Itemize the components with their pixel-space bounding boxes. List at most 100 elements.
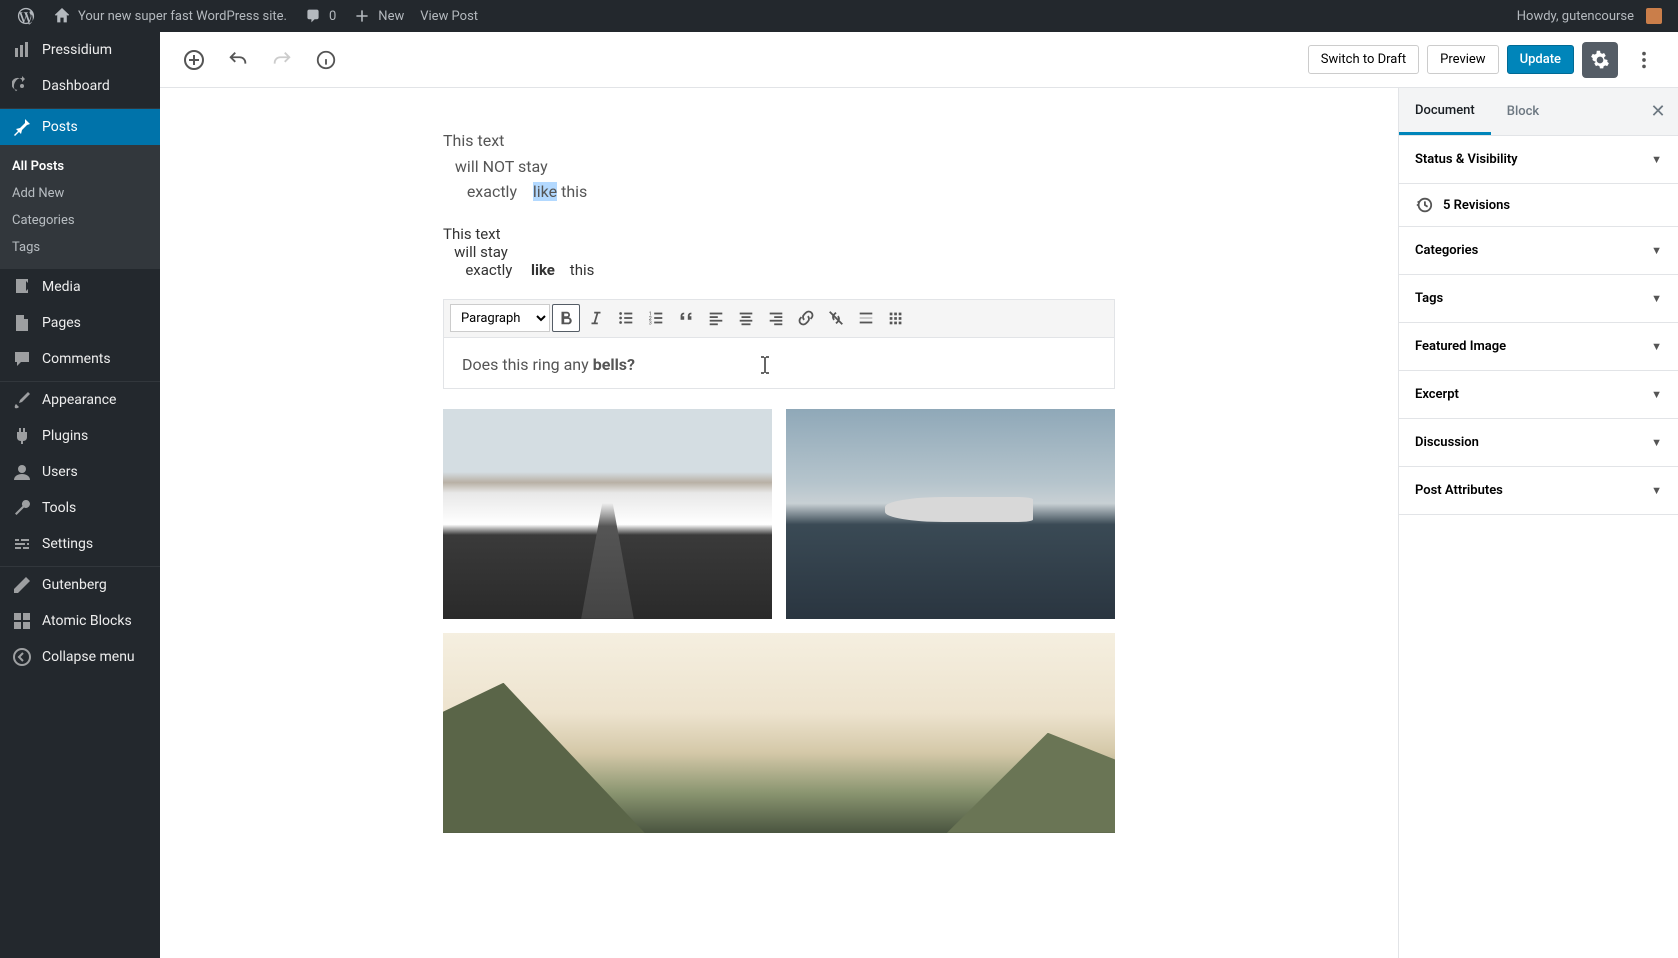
plus-icon: [352, 6, 372, 26]
posts-submenu: All Posts Add New Categories Tags: [0, 145, 160, 269]
revisions-label: 5 Revisions: [1443, 198, 1510, 213]
add-block-button[interactable]: [176, 42, 212, 78]
submenu-categories[interactable]: Categories: [0, 207, 160, 234]
gallery-image-road[interactable]: [443, 409, 772, 619]
panel-header-excerpt[interactable]: Excerpt ▼: [1399, 371, 1678, 418]
read-more-button[interactable]: [852, 304, 880, 332]
sidebar-item-comments[interactable]: Comments: [0, 341, 160, 377]
classic-bold-text: bells?: [593, 355, 635, 374]
align-right-button[interactable]: [762, 304, 790, 332]
panel-header-tags[interactable]: Tags ▼: [1399, 275, 1678, 322]
excerpt-label: Excerpt: [1415, 387, 1459, 402]
italic-button[interactable]: [582, 304, 610, 332]
sidebar-item-collapse[interactable]: Collapse menu: [0, 639, 160, 675]
editor-wrapper: Switch to Draft Preview Update This text…: [160, 32, 1678, 958]
editor-canvas[interactable]: This text will NOT stay exactly like thi…: [160, 88, 1398, 958]
panel-header-post-attributes[interactable]: Post Attributes ▼: [1399, 467, 1678, 514]
comments-icon: [12, 349, 32, 369]
sidebar-item-posts[interactable]: Posts: [0, 109, 160, 145]
align-center-button[interactable]: [732, 304, 760, 332]
panel-tags: Tags ▼: [1399, 275, 1678, 323]
panel-header-discussion[interactable]: Discussion ▼: [1399, 419, 1678, 466]
more-menu-button[interactable]: [1626, 42, 1662, 78]
new-content-link[interactable]: New: [344, 0, 412, 32]
redo-button[interactable]: [264, 42, 300, 78]
panel-excerpt: Excerpt ▼: [1399, 371, 1678, 419]
my-account-link[interactable]: Howdy, gutencourse: [1509, 0, 1670, 32]
editor-body: This text will NOT stay exactly like thi…: [160, 88, 1678, 958]
numbered-list-button[interactable]: 123: [642, 304, 670, 332]
sidebar-item-appearance[interactable]: Appearance: [0, 382, 160, 418]
view-post-link[interactable]: View Post: [412, 0, 486, 32]
panel-categories: Categories ▼: [1399, 227, 1678, 275]
gallery-image-plane[interactable]: [786, 409, 1115, 619]
submenu-tags[interactable]: Tags: [0, 234, 160, 261]
panel-header-categories[interactable]: Categories ▼: [1399, 227, 1678, 274]
revisions-row[interactable]: 5 Revisions: [1399, 184, 1678, 226]
submenu-all-posts[interactable]: All Posts: [0, 153, 160, 180]
sidebar-item-pages[interactable]: Pages: [0, 305, 160, 341]
chevron-down-icon: ▼: [1651, 484, 1662, 497]
sidebar-item-plugins[interactable]: Plugins: [0, 418, 160, 454]
panel-featured-image: Featured Image ▼: [1399, 323, 1678, 371]
discussion-label: Discussion: [1415, 435, 1479, 450]
panel-revisions: 5 Revisions: [1399, 184, 1678, 227]
verse-block[interactable]: This text will stay exactly like this: [429, 225, 1129, 279]
media-label: Media: [42, 279, 81, 295]
toolbar-toggle-button[interactable]: [882, 304, 910, 332]
appearance-label: Appearance: [42, 392, 116, 408]
home-icon: [52, 6, 72, 26]
sidebar-item-dashboard[interactable]: Dashboard: [0, 68, 160, 104]
panel-header-status[interactable]: Status & Visibility ▼: [1399, 136, 1678, 183]
classic-editor-block: Paragraph 123: [443, 299, 1115, 389]
sidebar-item-users[interactable]: Users: [0, 454, 160, 490]
wp-logo[interactable]: [8, 0, 44, 32]
panel-post-attributes: Post Attributes ▼: [1399, 467, 1678, 515]
undo-button[interactable]: [220, 42, 256, 78]
text-line-1: This text: [443, 131, 504, 150]
post-attributes-label: Post Attributes: [1415, 483, 1503, 498]
link-button[interactable]: [792, 304, 820, 332]
bold-button[interactable]: [552, 304, 580, 332]
wordpress-icon: [16, 6, 36, 26]
settings-sidebar: Document Block ✕ Status & Visibility ▼ 5…: [1398, 88, 1678, 958]
sidebar-item-atomic-blocks[interactable]: Atomic Blocks: [0, 603, 160, 639]
sidebar-item-media[interactable]: Media: [0, 269, 160, 305]
sidebar-item-settings[interactable]: Settings: [0, 526, 160, 562]
paragraph-block[interactable]: This text will NOT stay exactly like thi…: [429, 128, 1129, 205]
quote-button[interactable]: [672, 304, 700, 332]
preview-button[interactable]: Preview: [1427, 45, 1498, 74]
sliders-icon: [12, 534, 32, 554]
admin-bar-left: Your new super fast WordPress site. 0 Ne…: [8, 0, 486, 32]
update-button[interactable]: Update: [1507, 45, 1574, 74]
align-left-button[interactable]: [702, 304, 730, 332]
sidebar-item-tools[interactable]: Tools: [0, 490, 160, 526]
site-name-link[interactable]: Your new super fast WordPress site.: [44, 0, 295, 32]
new-label: New: [378, 9, 404, 24]
tab-block[interactable]: Block: [1491, 88, 1555, 135]
sidebar-item-gutenberg[interactable]: Gutenberg: [0, 567, 160, 603]
unlink-button[interactable]: [822, 304, 850, 332]
comments-link[interactable]: 0: [295, 0, 344, 32]
canvas-inner: This text will NOT stay exactly like thi…: [429, 128, 1129, 833]
panel-header-featured-image[interactable]: Featured Image ▼: [1399, 323, 1678, 370]
pages-label: Pages: [42, 315, 81, 331]
chevron-down-icon: ▼: [1651, 436, 1662, 449]
sidebar-item-pressidium[interactable]: Pressidium: [0, 32, 160, 68]
gallery-block[interactable]: [429, 409, 1129, 833]
bullet-list-button[interactable]: [612, 304, 640, 332]
gallery-image-mountains[interactable]: [443, 633, 1115, 833]
highlighted-text: like: [533, 182, 557, 201]
verse-text: This text will stay exactly like this: [443, 225, 594, 279]
close-panel-button[interactable]: ✕: [1646, 100, 1670, 124]
classic-toolbar: Paragraph 123: [444, 300, 1114, 338]
info-button[interactable]: [308, 42, 344, 78]
wp-admin-bar: Your new super fast WordPress site. 0 Ne…: [0, 0, 1678, 32]
switch-draft-button[interactable]: Switch to Draft: [1308, 45, 1419, 74]
submenu-add-new[interactable]: Add New: [0, 180, 160, 207]
settings-toggle-button[interactable]: [1582, 42, 1618, 78]
dashboard-label: Dashboard: [42, 78, 110, 94]
format-select[interactable]: Paragraph: [450, 304, 550, 332]
classic-content-area[interactable]: Does this ring any bells?: [444, 338, 1114, 388]
tab-document[interactable]: Document: [1399, 88, 1491, 135]
